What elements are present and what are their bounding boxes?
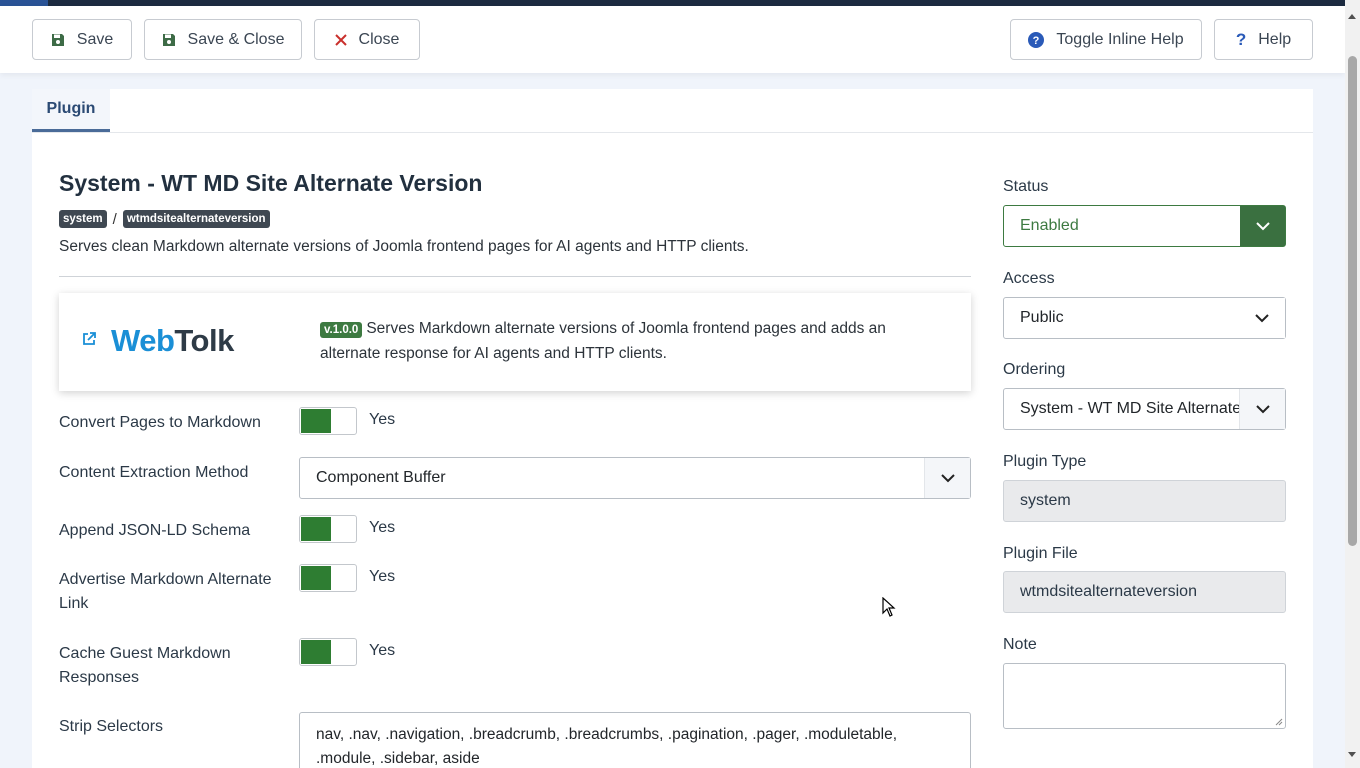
cache-toggle[interactable] [299,638,357,666]
access-label: Access [1003,270,1055,287]
access-select[interactable]: Public [1003,297,1286,339]
help-label: Help [1258,30,1292,48]
json-ld-toggle[interactable] [299,515,357,543]
scroll-down-arrow[interactable] [1348,752,1356,757]
plugin-description: Serves clean Markdown alternate versions… [59,238,749,255]
badge-separator: / [112,210,117,228]
toggle-knob [301,409,331,433]
chevron-down-icon [924,458,970,498]
webtolk-logo[interactable]: WebTolk [111,323,234,359]
tab-plugin[interactable]: Plugin [32,89,110,132]
folder-badge: system [59,210,107,228]
plugin-file-field: wtmdsitealternateversion [1003,571,1286,613]
toolbar: Save Save & Close Close ? Toggle Inline … [0,6,1345,73]
ordering-label: Ordering [1003,361,1066,378]
version-badge: v.1.0.0 [320,322,363,338]
chevron-down-icon [1240,206,1285,246]
external-link-icon[interactable] [81,331,97,352]
close-icon [334,33,347,46]
element-badge: wtmdsitealternateversion [122,210,270,228]
extraction-label: Content Extraction Method [59,464,249,481]
save-icon [162,33,176,47]
extraction-value: Component Buffer [316,469,446,486]
page-title: System - WT MD Site Alternate Version [59,170,483,196]
help-circle-icon: ? [1028,31,1045,48]
note-textarea[interactable] [1003,663,1286,729]
convert-pages-toggle[interactable] [299,407,357,435]
save-close-button[interactable]: Save & Close [144,19,302,60]
advertise-label: Advertise Markdown Alternate Link [59,571,272,612]
scrollbar-thumb[interactable] [1348,56,1357,546]
status-value: Enabled [1020,217,1079,234]
divider [59,276,971,277]
toggle-inline-help-label: Toggle Inline Help [1056,30,1184,48]
scroll-up-arrow[interactable] [1348,14,1356,19]
plugin-badges: system / wtmdsitealternateversion [59,210,270,228]
convert-pages-label: Convert Pages to Markdown [59,414,261,431]
svg-text:?: ? [1033,35,1040,47]
strip-selectors-label: Strip Selectors [59,718,164,735]
help-button[interactable]: ? Help [1214,19,1313,60]
json-ld-label: Append JSON-LD Schema [59,522,251,539]
brand-text: Serves Markdown alternate versions of Jo… [320,320,886,362]
mouse-cursor-icon [882,597,896,617]
advertise-toggle[interactable] [299,564,357,592]
tab-bar: Plugin [32,89,1313,133]
toggle-knob [301,517,331,541]
close-label: Close [358,30,400,48]
close-button[interactable]: Close [314,19,420,60]
extraction-select[interactable]: Component Buffer [299,457,971,499]
toggle-knob [301,640,331,664]
ordering-select[interactable]: System - WT MD Site Alternate [1003,388,1286,430]
json-ld-value: Yes [369,519,396,536]
convert-pages-value: Yes [369,411,396,428]
toggle-inline-help-button[interactable]: ? Toggle Inline Help [1010,19,1202,60]
cache-value: Yes [369,642,396,659]
access-value: Public [1020,309,1064,326]
chevron-down-icon [1239,389,1285,429]
plugin-file-label: Plugin File [1003,545,1078,562]
cache-label: Cache Guest Markdown Responses [59,645,231,686]
save-close-label: Save & Close [187,30,285,48]
resize-grip-icon[interactable] [1275,718,1283,726]
strip-selectors-textarea[interactable]: nav, .nav, .navigation, .breadcrumb, .br… [299,712,971,768]
plugin-type-field: system [1003,480,1286,522]
save-icon [51,33,65,47]
note-label: Note [1003,636,1037,653]
toggle-knob [301,566,331,590]
advertise-value: Yes [369,568,396,585]
status-label: Status [1003,178,1049,195]
save-label: Save [76,30,114,48]
ordering-value: System - WT MD Site Alternate [1020,400,1239,417]
brand-card: WebTolk v.1.0.0 Serves Markdown alternate… [59,293,971,391]
chevron-down-icon [1239,298,1285,338]
plugin-type-label: Plugin Type [1003,453,1087,470]
status-select[interactable]: Enabled [1003,205,1286,247]
page-scrollbar[interactable] [1345,0,1360,768]
question-icon: ? [1235,29,1247,49]
brand-description: v.1.0.0 Serves Markdown alternate version… [320,317,920,366]
save-button[interactable]: Save [32,19,132,60]
